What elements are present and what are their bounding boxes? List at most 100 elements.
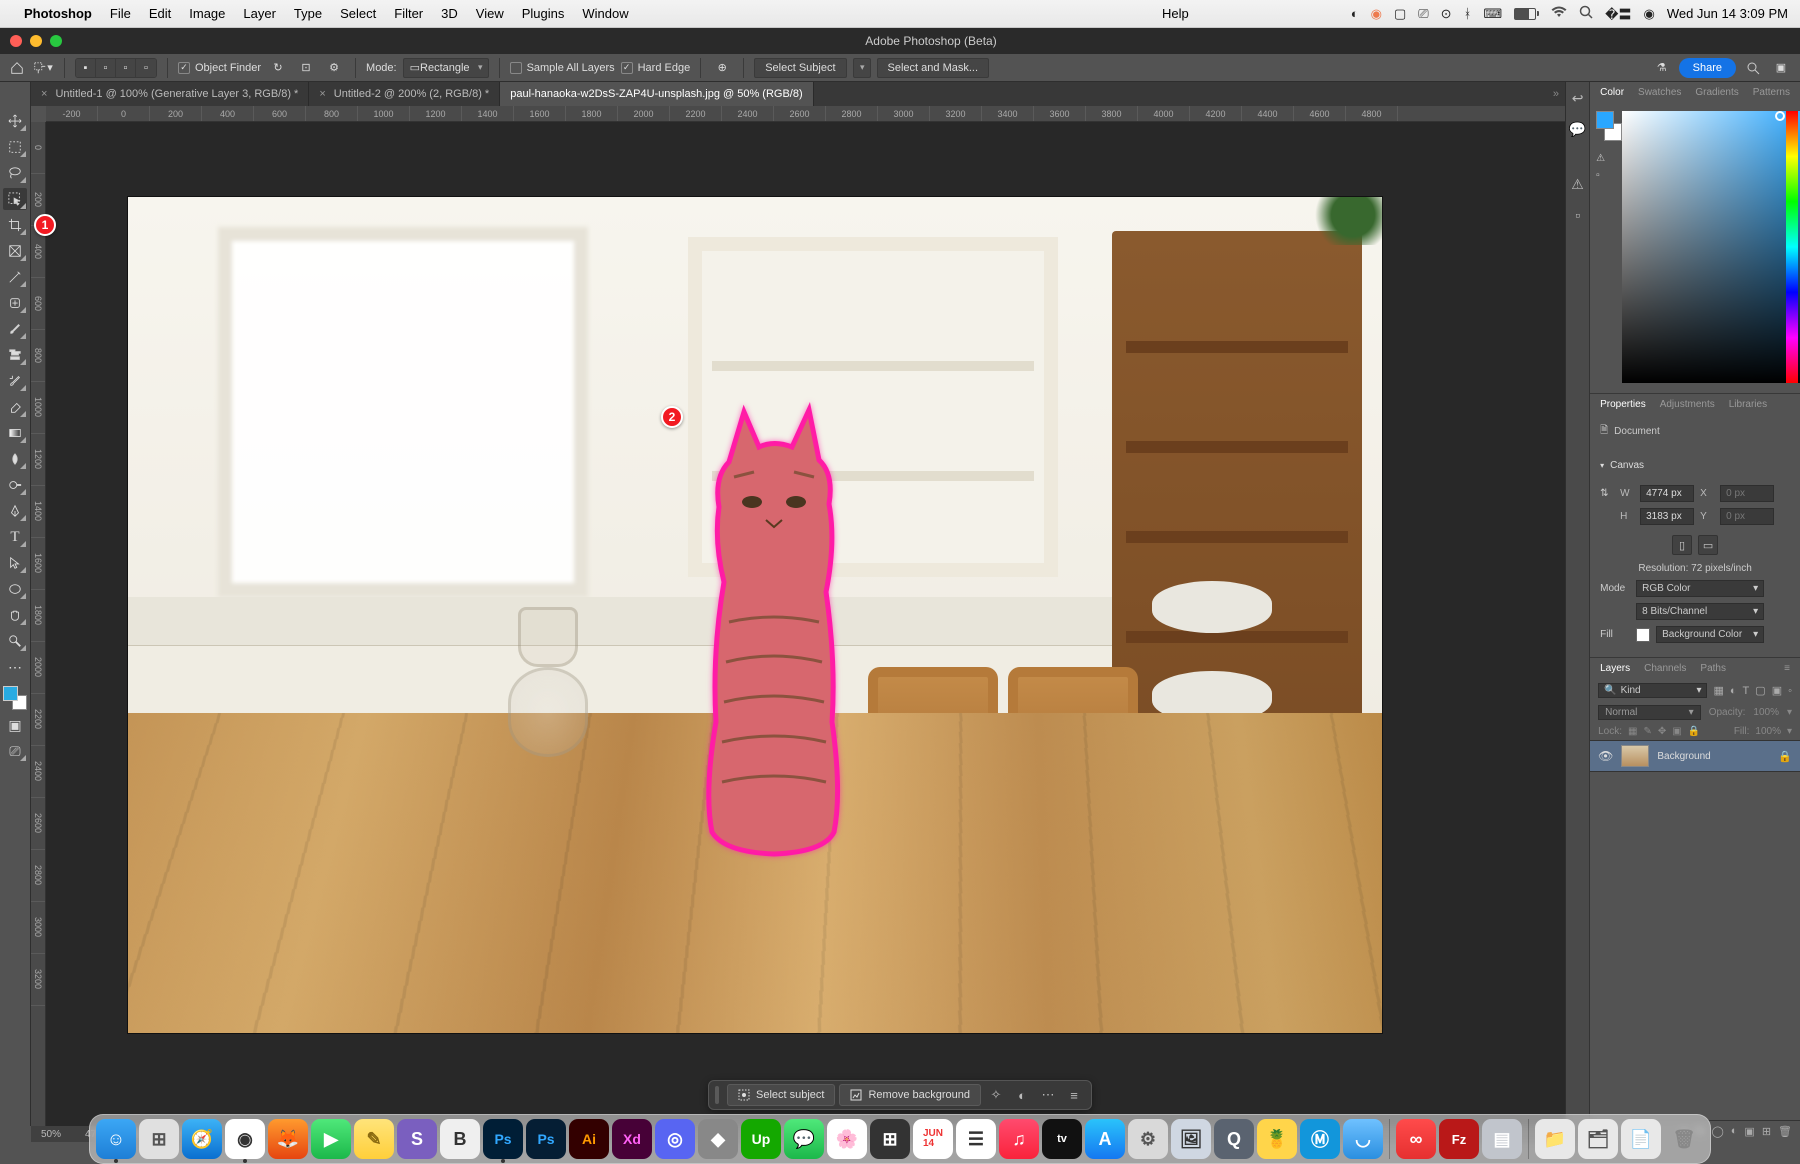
sample-all-layers-toggle[interactable]: Sample All Layers bbox=[510, 62, 615, 74]
gamut-warn-icon[interactable]: ⚠ bbox=[1596, 153, 1605, 164]
panel-menu-icon[interactable]: ≡ bbox=[1784, 663, 1790, 674]
dock-app-reminders[interactable]: ☰ bbox=[956, 1119, 996, 1159]
intersect-selection-icon[interactable]: ▫ bbox=[136, 59, 156, 77]
web-safe-icon[interactable]: ▫ bbox=[1596, 170, 1605, 181]
type-tool-icon[interactable]: T bbox=[3, 526, 27, 548]
bit-depth-dropdown[interactable]: 8 Bits/Channel▾ bbox=[1636, 603, 1764, 620]
remove-background-button[interactable]: Remove background bbox=[839, 1084, 981, 1106]
dock-app-generic-grey[interactable]: ◆ bbox=[698, 1119, 738, 1159]
adjustment-icon[interactable]: ◐ bbox=[1011, 1084, 1033, 1106]
x-field[interactable]: 0 px bbox=[1720, 485, 1774, 502]
menu-layer[interactable]: Layer bbox=[243, 6, 276, 21]
orientation-landscape-icon[interactable]: ▭ bbox=[1698, 535, 1718, 555]
color-mode-dropdown[interactable]: RGB Color▾ bbox=[1636, 580, 1764, 597]
menu-type[interactable]: Type bbox=[294, 6, 322, 21]
dock-app-upwork[interactable]: Up bbox=[741, 1119, 781, 1159]
siri-icon[interactable]: ◉ bbox=[1643, 6, 1654, 22]
menu-edit[interactable]: Edit bbox=[149, 6, 171, 21]
more-tools-icon[interactable]: ⋯ bbox=[3, 656, 27, 678]
play-icon[interactable]: ⊙ bbox=[1441, 6, 1452, 22]
lock-transparent-icon[interactable]: ▦ bbox=[1628, 726, 1637, 737]
link-dimensions-icon[interactable]: ⇅ bbox=[1600, 488, 1614, 499]
fill-field[interactable]: 100% bbox=[1755, 726, 1781, 737]
pen-tool-icon[interactable] bbox=[3, 500, 27, 522]
menu-help[interactable]: Help bbox=[1162, 6, 1189, 21]
feedback-icon[interactable]: ⊕ bbox=[711, 58, 733, 78]
height-field[interactable]: 3183 px bbox=[1640, 508, 1694, 525]
share-button[interactable]: Share bbox=[1679, 58, 1736, 78]
zoom-tool-icon[interactable] bbox=[3, 630, 27, 652]
filter-toggle-icon[interactable]: ◦ bbox=[1788, 685, 1792, 697]
dock-app-launchpad[interactable]: ⊞ bbox=[139, 1119, 179, 1159]
subtract-selection-icon[interactable]: ▫ bbox=[116, 59, 136, 77]
filter-shape-icon[interactable]: ▢ bbox=[1755, 684, 1765, 697]
history-brush-tool-icon[interactable] bbox=[3, 370, 27, 392]
comments-panel-icon[interactable]: 💬 bbox=[1569, 121, 1586, 138]
layer-name[interactable]: Background bbox=[1657, 751, 1710, 762]
dock-app-generic-grey2[interactable]: ▤ bbox=[1482, 1119, 1522, 1159]
dock-app-generic-m[interactable]: Ⓜ bbox=[1300, 1119, 1340, 1159]
filter-type-icon[interactable]: T bbox=[1743, 685, 1750, 697]
select-subject-button[interactable]: Select Subject bbox=[754, 58, 846, 78]
dock-app-quicktime[interactable]: Q bbox=[1214, 1119, 1254, 1159]
document-tab[interactable]: paul-hanaoka-w2DsS-ZAP4U-unsplash.jpg @ … bbox=[500, 82, 813, 106]
marquee-tool-icon[interactable] bbox=[3, 136, 27, 158]
tab-patterns[interactable]: Patterns bbox=[1753, 87, 1790, 98]
color-swatches[interactable] bbox=[3, 686, 27, 710]
color-field[interactable] bbox=[1622, 111, 1800, 383]
mode-dropdown[interactable]: ▭ Rectangle bbox=[403, 58, 489, 78]
lock-paint-icon[interactable]: ✎ bbox=[1643, 726, 1651, 737]
history-panel-icon[interactable]: ↩ bbox=[1572, 90, 1584, 107]
search-icon[interactable] bbox=[1742, 58, 1764, 78]
spotlight-icon[interactable] bbox=[1579, 5, 1593, 22]
healing-brush-tool-icon[interactable] bbox=[3, 292, 27, 314]
dock-app-facetime[interactable]: ▶ bbox=[311, 1119, 351, 1159]
menubar-clock[interactable]: Wed Jun 14 3:09 PM bbox=[1667, 6, 1788, 21]
y-field[interactable]: 0 px bbox=[1720, 508, 1774, 525]
dock-app-photos[interactable]: 🌸 bbox=[827, 1119, 867, 1159]
dock-app-filezilla[interactable]: Fz bbox=[1439, 1119, 1479, 1159]
dock-app-finder[interactable]: ☺ bbox=[96, 1119, 136, 1159]
dock-app-generic-b[interactable]: B bbox=[440, 1119, 480, 1159]
menu-filter[interactable]: Filter bbox=[394, 6, 423, 21]
color-picker[interactable]: ⚠▫ bbox=[1590, 103, 1800, 393]
dock-folder-documents[interactable]: 🗂 bbox=[1578, 1119, 1618, 1159]
dock-app-pineapple[interactable]: 🍍 bbox=[1257, 1119, 1297, 1159]
tab-overflow-icon[interactable]: » bbox=[1547, 82, 1565, 106]
document-tab[interactable]: ×Untitled-1 @ 100% (Generative Layer 3, … bbox=[31, 82, 309, 106]
dock-app-creative-cloud[interactable]: ∞ bbox=[1396, 1119, 1436, 1159]
dock-app-generic-blue[interactable]: ◡ bbox=[1343, 1119, 1383, 1159]
select-subject-button[interactable]: Select subject bbox=[727, 1084, 835, 1106]
tab-libraries[interactable]: Libraries bbox=[1729, 399, 1767, 410]
eraser-tool-icon[interactable] bbox=[3, 396, 27, 418]
locked-icon[interactable]: 🔒 bbox=[1778, 750, 1792, 763]
path-selection-tool-icon[interactable] bbox=[3, 552, 27, 574]
fill-swatch[interactable] bbox=[1636, 628, 1650, 642]
quick-mask-icon[interactable]: ▣ bbox=[3, 714, 27, 736]
dock-app-photoshop[interactable]: Ps bbox=[483, 1119, 523, 1159]
dock-app-appstore[interactable]: A bbox=[1085, 1119, 1125, 1159]
screen-mirror-icon[interactable]: ⎚ bbox=[1418, 6, 1428, 22]
hard-edge-toggle[interactable]: Hard Edge bbox=[621, 62, 691, 74]
cc-status-icon[interactable]: ◉ bbox=[1371, 6, 1382, 22]
document-tab[interactable]: ×Untitled-2 @ 200% (2, RGB/8) * bbox=[309, 82, 500, 106]
width-field[interactable]: 4774 px bbox=[1640, 485, 1694, 502]
menu-select[interactable]: Select bbox=[340, 6, 376, 21]
lock-artboard-icon[interactable]: ▣ bbox=[1672, 726, 1681, 737]
blend-mode-dropdown[interactable]: Normal▾ bbox=[1598, 705, 1701, 720]
frame-tool-icon[interactable] bbox=[3, 240, 27, 262]
lock-all-icon[interactable]: 🔒 bbox=[1688, 726, 1700, 737]
tab-color[interactable]: Color bbox=[1600, 87, 1624, 98]
dock-app-tv[interactable]: tv bbox=[1042, 1119, 1082, 1159]
dock-folder-generic[interactable]: 📄 bbox=[1621, 1119, 1661, 1159]
canvas-section[interactable]: Canvas bbox=[1590, 454, 1800, 477]
crop-tool-icon[interactable] bbox=[3, 214, 27, 236]
object-finder-toggle[interactable]: Object Finder bbox=[178, 62, 261, 74]
transform-icon[interactable]: ✧ bbox=[985, 1084, 1007, 1106]
menubar-app-name[interactable]: Photoshop bbox=[24, 6, 92, 21]
dock-app-preview[interactable]: 🖼 bbox=[1171, 1119, 1211, 1159]
tab-channels[interactable]: Channels bbox=[1644, 663, 1686, 674]
document-canvas[interactable] bbox=[128, 197, 1382, 1033]
lasso-tool-icon[interactable] bbox=[3, 162, 27, 184]
beaker-icon[interactable]: ⚗ bbox=[1651, 58, 1673, 78]
